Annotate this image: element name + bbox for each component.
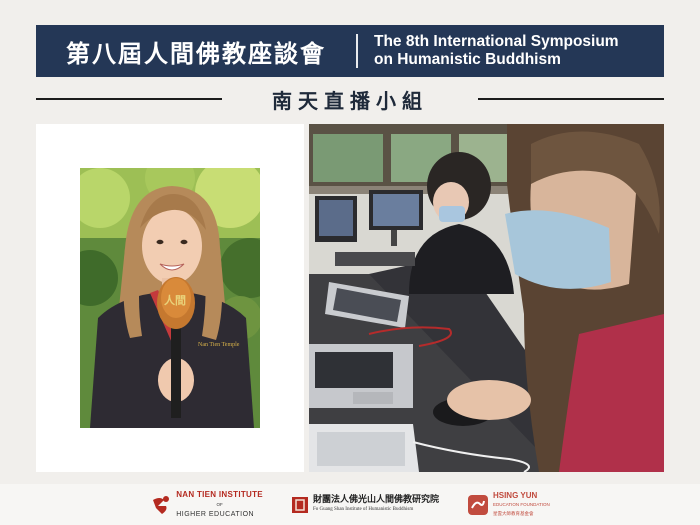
title-en: The 8th International Symposium on Human… <box>358 33 664 69</box>
hsing-yun-emblem-icon <box>467 494 488 515</box>
hy-name-2: EDUCATION FOUNDATION <box>492 502 550 507</box>
title-divider <box>356 34 358 68</box>
jacket-logo: Nan Tien Temple <box>198 342 240 348</box>
fgs-seal-icon <box>291 496 308 513</box>
ntu-logo: NAN TIEN INSTITUTE OF HIGHER EDUCATION <box>150 490 263 520</box>
hy-name-3: 星雲大師教育基金會 <box>492 511 534 516</box>
mic-text: 人間 <box>164 293 186 307</box>
team-name: 南天直播小組 <box>272 88 428 113</box>
title-banner: 第八屆人間佛教座談會 The 8th International Symposi… <box>36 25 664 77</box>
fgs-name-zh: 財團法人佛光山人間佛教研究院 <box>312 494 439 505</box>
subtitle-rule-left <box>36 98 222 100</box>
ntu-name-1: NAN TIEN INSTITUTE <box>176 489 263 499</box>
hsing-yun-logo: HSING YUN EDUCATION FOUNDATION 星雲大師教育基金會 <box>467 491 550 518</box>
fgs-name-en: Fo Guang Shan Institute of Humanistic Bu… <box>312 506 414 512</box>
fgs-institute-logo: 財團法人佛光山人間佛教研究院 Fo Guang Shan Institute o… <box>291 495 439 515</box>
ntu-name-3: HIGHER EDUCATION <box>176 510 255 518</box>
portrait-photo: Nan Tien Temple 人間 <box>80 168 260 428</box>
title-en-line1: The 8th International Symposium <box>374 33 619 50</box>
ntu-emblem-icon <box>153 495 170 514</box>
subtitle-rule-right <box>478 98 664 100</box>
subtitle-row: 南天直播小組 <box>36 83 664 115</box>
hy-name-1: HSING YUN <box>492 491 538 500</box>
title-en-line2: on Humanistic Buddhism <box>374 51 561 68</box>
control-room-photo <box>309 124 664 472</box>
ntu-name-2: OF <box>216 501 223 507</box>
footer-logos: NAN TIEN INSTITUTE OF HIGHER EDUCATION 財… <box>0 484 700 525</box>
title-zh: 第八屆人間佛教座談會 <box>66 39 326 68</box>
